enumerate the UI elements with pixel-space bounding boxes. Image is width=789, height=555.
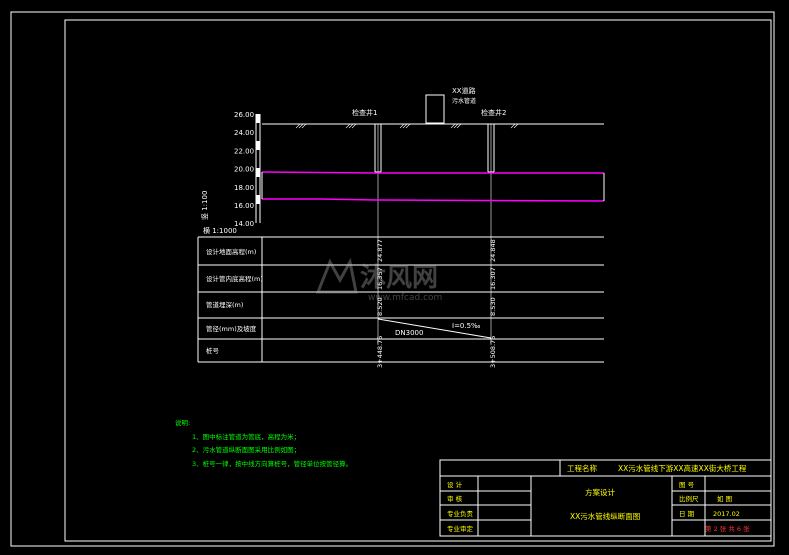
- notes-heading: 说明:: [175, 418, 190, 427]
- date-label: 日 期: [679, 510, 695, 518]
- notes: 说明: 1、图中标注管道为管底，高程为米； 2、污水管道纵断面图采用比例如图； …: [175, 418, 352, 468]
- project-label: 工程名称: [567, 463, 597, 473]
- ground-line: [262, 123, 604, 129]
- elevation-tick-label: 24.00: [234, 129, 254, 137]
- chainage-2: 3+508.75: [489, 336, 497, 368]
- pipe-profile: [261, 171, 605, 202]
- elevation-tick-label: 20.00: [234, 166, 254, 174]
- drawing-no-label: 图 号: [679, 481, 695, 489]
- watermark: 沐风网 www.mfcad.com: [315, 257, 442, 303]
- cad-drawing-sheet: 26.00 24.00 22.00 20.00 18.00 16.00 14.00 竖 1:…: [10, 11, 775, 547]
- scale-label: 比例尺: [679, 494, 699, 503]
- structure-outline: [425, 94, 445, 124]
- note-1: 1、图中标注管道为管底，高程为米；: [192, 432, 300, 441]
- mf-logo-icon: [315, 257, 358, 294]
- table-row-label: 设计地面高程(m): [206, 247, 256, 256]
- elevation-tick-label: 18.00: [234, 184, 254, 192]
- project-name: XX污水管线下游XX高速XX街大桥工程: [618, 463, 747, 473]
- title-block-role-label: 专业负责: [447, 509, 474, 518]
- invert-elev-2: 16.307: [489, 267, 497, 290]
- vertical-scale-label: 竖 1:100: [200, 191, 209, 220]
- structure-label-line1: XX道路: [452, 86, 476, 95]
- date-value: 2017.02: [713, 510, 740, 518]
- table-row-label: 桩号: [206, 346, 220, 355]
- elevation-tick-label: 16.00: [234, 202, 254, 210]
- chainage-1: 3+448.75: [376, 336, 384, 368]
- manhole-2-label: 检查井2: [481, 108, 506, 117]
- depth-2: 8.530: [489, 297, 497, 316]
- elevation-tick-label: 22.00: [234, 147, 254, 155]
- drawing-title: XX污水管线纵断面图: [570, 511, 640, 521]
- table-row-label: 管径(mm)及坡度: [206, 324, 257, 333]
- title-block-role-label: 审 核: [447, 494, 463, 503]
- stage-label: 方案设计: [585, 487, 615, 497]
- manhole-1-label: 检查井1: [352, 108, 377, 117]
- slope-label: I=0.5‰: [452, 322, 481, 330]
- scale-value: 如 图: [717, 494, 732, 503]
- elevation-axis: 26.00 24.00 22.00 20.00 18.00 16.00 14.00: [234, 111, 261, 228]
- watermark-brand: 沐风网: [360, 263, 438, 293]
- table-row-label: 管道埋深(m): [206, 300, 243, 309]
- title-block-role-label: 专业审定: [447, 524, 474, 533]
- elevation-tick-label: 14.00: [234, 220, 254, 228]
- watermark-url: www.mfcad.com: [368, 293, 442, 303]
- table-row-label: 设计管内底高程(m): [206, 274, 263, 283]
- title-block-role-label: 设 计: [447, 480, 463, 489]
- horizontal-scale-label: 横 1:1000: [203, 226, 237, 235]
- pipe-size-label: DN3000: [395, 329, 423, 337]
- ground-elev-1: 24.877: [376, 239, 384, 262]
- ground-elev-2: 24.848: [489, 239, 497, 262]
- note-3: 3、桩号一律，按中线方向算桩号，管径单位按管径算。: [192, 459, 352, 468]
- note-2: 2、污水管道纵断面图采用比例如图；: [192, 445, 300, 454]
- elevation-tick-label: 26.00: [234, 111, 254, 119]
- structure-label-line2: 污水管道: [452, 97, 476, 105]
- sheet-info: 第 2 张 共 6 张: [705, 524, 750, 533]
